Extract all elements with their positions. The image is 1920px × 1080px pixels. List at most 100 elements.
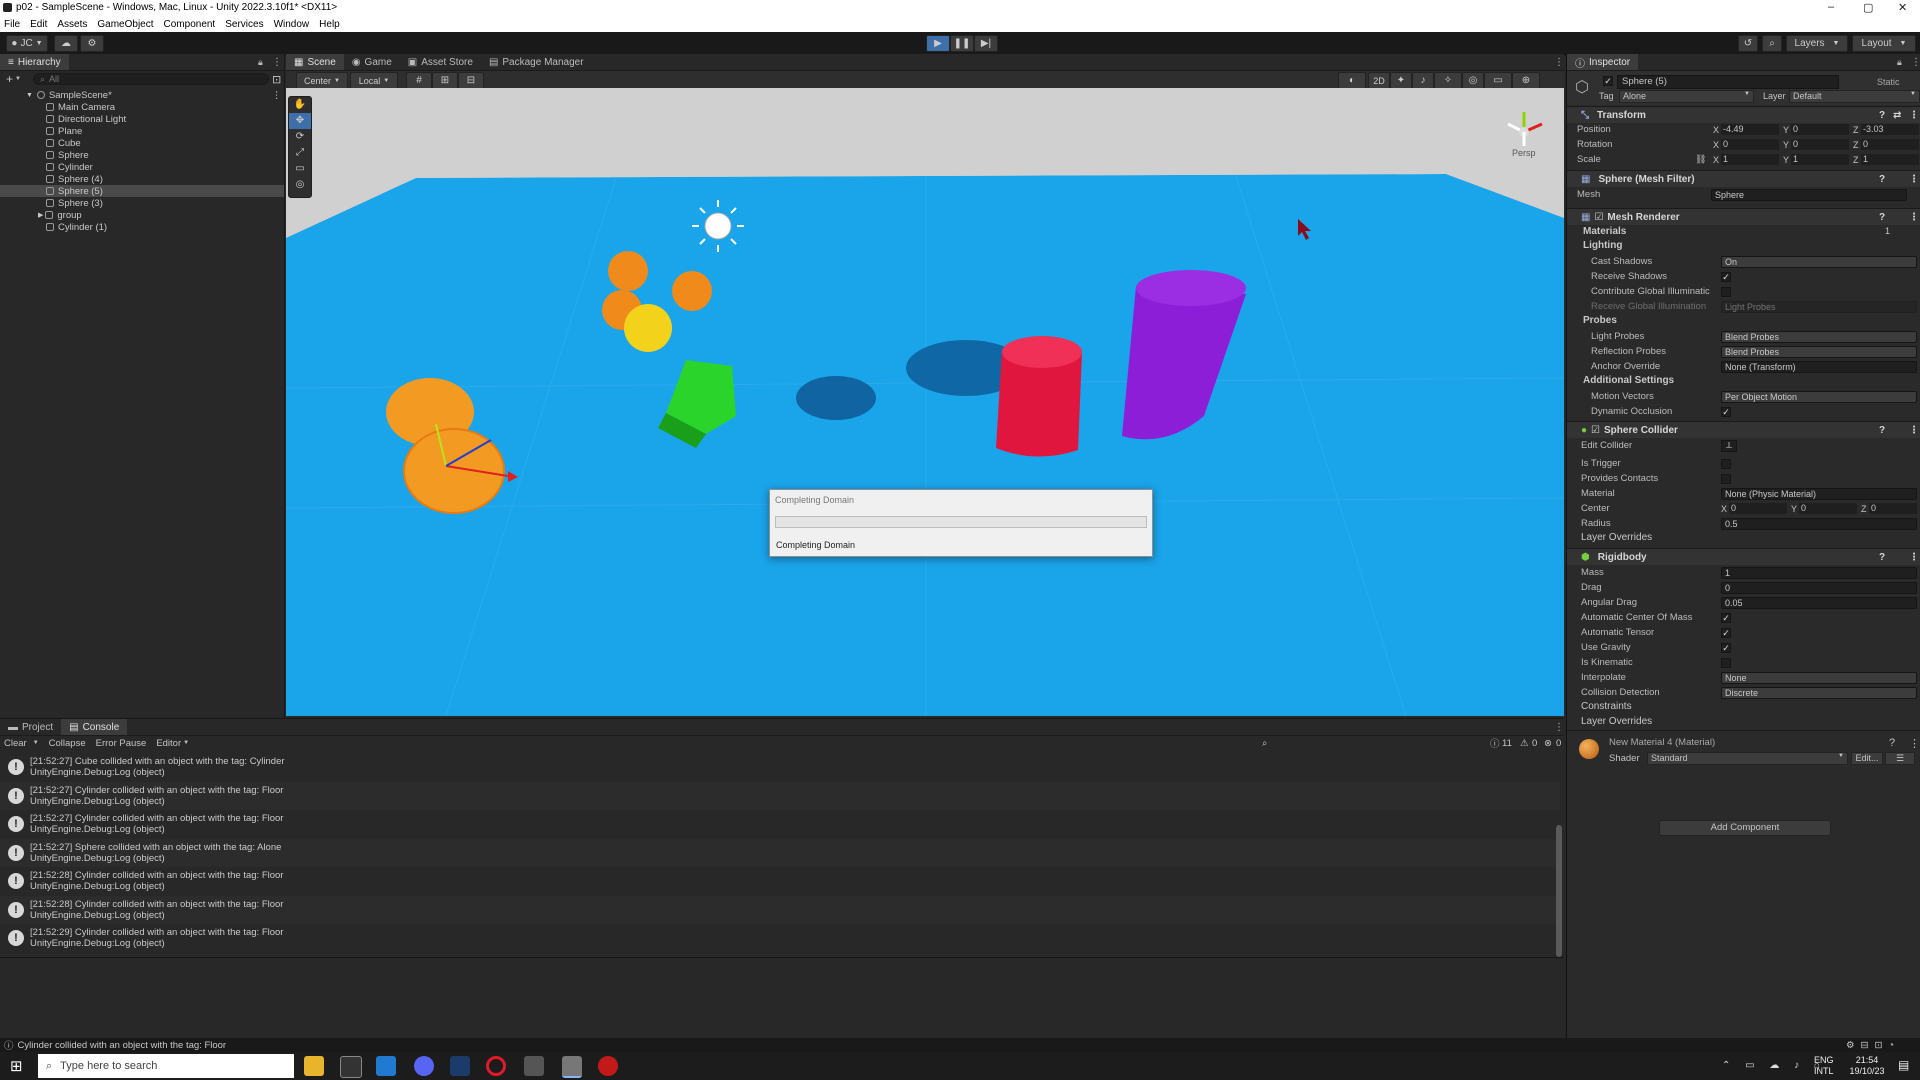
help-icon[interactable]: ?	[1879, 212, 1885, 223]
scene-canvas[interactable]: Persp ✋ ✥ ⟳ ⤢ ▭ ◎	[286, 88, 1564, 716]
menu-assets[interactable]: Assets	[57, 19, 87, 30]
info-count-icon[interactable]: ⓘ	[1490, 736, 1500, 750]
menu-gameobject[interactable]: GameObject	[97, 19, 153, 30]
language-indicator[interactable]: ENG INTL	[1814, 1055, 1834, 1077]
tray-icons[interactable]: ⌃ ▭ ☁ ♪ ⌂	[1722, 1060, 1826, 1071]
expand-arrow-icon[interactable]: ▶	[38, 211, 43, 219]
lighting-toggle[interactable]: ✦	[1390, 72, 1412, 89]
recorder-icon[interactable]	[598, 1056, 618, 1076]
clock[interactable]: 21:54 19/10/23	[1842, 1055, 1892, 1077]
hierarchy-item-sphere[interactable]: Sphere	[0, 149, 284, 161]
tab-asset-store[interactable]: ▣ Asset Store	[400, 54, 481, 70]
collision-dropdown[interactable]: Discrete	[1721, 686, 1917, 699]
link-icon[interactable]: ⛓	[1695, 154, 1706, 165]
expand-arrow-icon[interactable]: ▼	[26, 92, 33, 99]
tab-scene[interactable]: ▦ Scene	[286, 54, 344, 70]
file-explorer-icon[interactable]	[304, 1056, 324, 1076]
snap-increment-button[interactable]: ⊞	[432, 72, 458, 89]
hierarchy-item-directional-light[interactable]: Directional Light	[0, 113, 284, 125]
log-entry[interactable]: ! [21:52:28] Cylinder collided with an ob…	[0, 896, 1560, 924]
anchor-override-field[interactable]: None (Transform)	[1721, 360, 1917, 373]
editor-dropdown[interactable]: Editor	[156, 738, 181, 749]
gizmos-button[interactable]: ⊕	[1512, 72, 1540, 89]
unity-editor-icon[interactable]	[562, 1056, 582, 1078]
rb-layer-overrides-foldout[interactable]: Layer Overrides	[1581, 716, 1652, 727]
more-icon[interactable]: ⋮	[272, 90, 282, 101]
pivot-dropdown[interactable]: Center ▼	[296, 72, 348, 89]
more-icon[interactable]: ⋮	[1909, 212, 1919, 223]
close-button[interactable]: ✕	[1898, 1, 1907, 14]
object-name-field[interactable]: Sphere (5)	[1617, 75, 1839, 89]
hierarchy-item-sphere-4[interactable]: Sphere (4)	[0, 173, 284, 185]
cast-shadows-dropdown[interactable]: On	[1721, 255, 1917, 268]
collapse-button[interactable]: Collapse	[49, 738, 86, 749]
provides-contacts-checkbox[interactable]	[1721, 473, 1731, 484]
materials-count[interactable]: 1	[1885, 226, 1890, 236]
render-mode-button[interactable]: ◐	[1338, 72, 1366, 89]
menu-services[interactable]: Services	[225, 19, 263, 30]
shader-menu-button[interactable]: ☰	[1885, 752, 1915, 765]
grid-snap-button[interactable]: #	[406, 72, 432, 89]
component-enabled-checkbox[interactable]: ☑	[1591, 425, 1600, 436]
effects-toggle[interactable]: ✧	[1434, 72, 1462, 89]
chevron-down-icon[interactable]: ▼	[183, 740, 189, 746]
scale-tool-icon[interactable]: ⤢	[289, 145, 311, 161]
materials-foldout[interactable]: Materials	[1583, 226, 1626, 237]
tab-hierarchy[interactable]: ≡ Hierarchy	[0, 54, 69, 70]
layer-overrides-foldout[interactable]: Layer Overrides	[1581, 532, 1652, 543]
camera-settings-button[interactable]: ▭	[1484, 72, 1512, 89]
scale-z-field[interactable]: 1	[1861, 154, 1919, 165]
chevron-down-icon[interactable]: ▼	[33, 740, 39, 746]
probes-foldout[interactable]: Probes	[1583, 315, 1617, 326]
constraints-foldout[interactable]: Constraints	[1581, 701, 1632, 712]
cloud-button[interactable]: ☁	[54, 35, 78, 52]
material-field[interactable]: None (Physic Material)	[1721, 487, 1917, 500]
scale-x-field[interactable]: 1	[1721, 154, 1779, 165]
contribute-gi-checkbox[interactable]	[1721, 286, 1731, 297]
play-button[interactable]: ▶	[926, 35, 950, 52]
hand-tool-icon[interactable]: ✋	[289, 97, 311, 113]
mesh-field[interactable]: Sphere	[1711, 188, 1907, 201]
tag-dropdown[interactable]: Alone ▼	[1619, 90, 1754, 103]
log-entry[interactable]: ! [21:52:28] Cylinder collided with an ob…	[0, 867, 1560, 895]
edit-collider-button[interactable]: ⟂	[1721, 439, 1737, 452]
minimize-button[interactable]: –	[1828, 1, 1834, 13]
log-entry[interactable]: ! [21:52:27] Cylinder collided with an ob…	[0, 810, 1560, 838]
transform-tool-icon[interactable]: ◎	[289, 177, 311, 193]
rect-tool-icon[interactable]: ▭	[289, 161, 311, 177]
perspective-label[interactable]: Persp	[1512, 148, 1536, 158]
ruler-button[interactable]: ⊟	[458, 72, 484, 89]
menu-edit[interactable]: Edit	[30, 19, 47, 30]
console-scrollbar[interactable]	[1556, 825, 1562, 957]
windows-start-icon[interactable]: ⊞	[10, 1057, 23, 1075]
rotate-tool-icon[interactable]: ⟳	[289, 129, 311, 145]
interpolate-dropdown[interactable]: None	[1721, 671, 1917, 684]
shader-edit-button[interactable]: Edit...	[1851, 752, 1883, 765]
add-component-button[interactable]: Add Component	[1659, 820, 1831, 836]
help-icon[interactable]: ?	[1879, 110, 1885, 121]
additional-settings-foldout[interactable]: Additional Settings	[1583, 375, 1674, 386]
more-icon[interactable]: ⋮	[1911, 57, 1920, 68]
add-icon[interactable]: +	[6, 72, 13, 86]
auto-com-checkbox[interactable]: ✓	[1721, 612, 1731, 623]
pause-button[interactable]: ❚❚	[950, 35, 974, 52]
angular-drag-field[interactable]: 0.05	[1721, 596, 1917, 609]
help-icon[interactable]: ?	[1879, 552, 1885, 563]
tab-package-manager[interactable]: ▤ Package Manager	[481, 54, 592, 70]
space-dropdown[interactable]: Local ▼	[350, 72, 398, 89]
rotation-z-field[interactable]: 0	[1861, 139, 1919, 150]
terminal-icon[interactable]	[340, 1056, 362, 1078]
hierarchy-item-main-camera[interactable]: Main Camera	[0, 101, 284, 113]
preset-icon[interactable]: ⇄	[1893, 110, 1901, 121]
menu-window[interactable]: Window	[274, 19, 310, 30]
hierarchy-item-sphere-3[interactable]: Sphere (3)	[0, 197, 284, 209]
mesh-filter-header[interactable]: ▦ Sphere (Mesh Filter) ? ⋮	[1567, 170, 1920, 187]
search-icon[interactable]: ⌕	[1262, 738, 1267, 749]
more-icon[interactable]: ⋮	[1554, 57, 1564, 68]
rigidbody-header[interactable]: ⬢ Rigidbody ? ⋮	[1567, 548, 1920, 565]
more-icon[interactable]: ⋮	[272, 57, 282, 68]
mesh-renderer-header[interactable]: ▦ ☑ Mesh Renderer ? ⋮	[1567, 208, 1920, 225]
log-entry[interactable]: ! [21:52:29] Cylinder collided with an ob…	[0, 924, 1560, 952]
reflection-probes-dropdown[interactable]: Blend Probes	[1721, 345, 1917, 358]
help-icon[interactable]: ?	[1879, 425, 1885, 436]
